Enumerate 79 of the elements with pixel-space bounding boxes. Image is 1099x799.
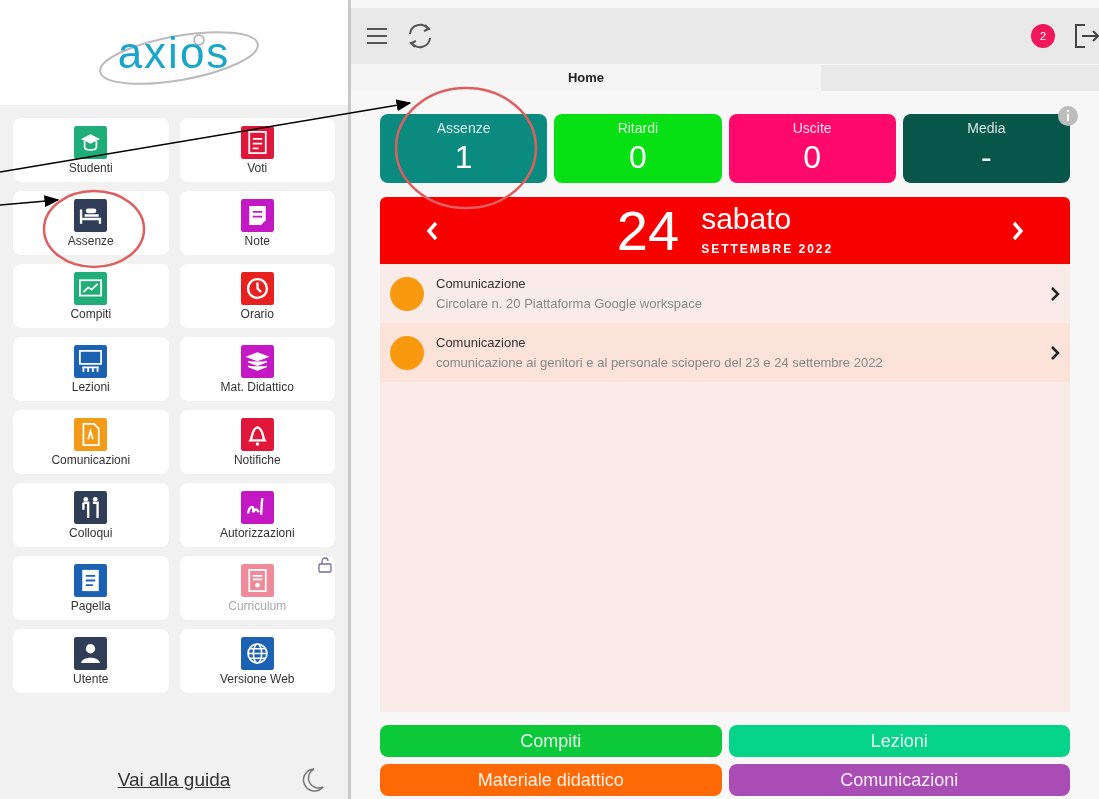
bed-icon — [74, 199, 108, 232]
classroom-icon — [74, 345, 108, 378]
tile-label: Notifiche — [233, 454, 281, 466]
stat-value: - — [981, 141, 992, 173]
tile-label: Colloqui — [69, 527, 113, 539]
menu-tile[interactable]: Assenze — [13, 191, 169, 255]
menu-tile[interactable]: Compiti — [13, 264, 169, 328]
tile-label: Assenze — [67, 235, 114, 247]
tile-label: Voti — [247, 162, 268, 174]
notification-badge[interactable]: 2 — [1031, 24, 1055, 48]
menu-tile[interactable]: Pagella — [13, 556, 169, 620]
weekday: sabato — [701, 203, 793, 234]
grade-sheet-icon — [240, 126, 274, 159]
info-icon[interactable] — [1058, 106, 1078, 126]
tile-label: Lezioni — [71, 381, 110, 393]
menu-tile[interactable]: Colloqui — [13, 483, 169, 547]
tile-label: Mat. Didattico — [220, 381, 294, 393]
menu-tile[interactable]: Versione Web — [179, 629, 335, 693]
tile-label: Studenti — [68, 162, 113, 174]
stat-card[interactable]: Assenze 1 — [380, 114, 548, 183]
tile-label: Autorizzazioni — [219, 527, 295, 539]
books-icon — [240, 345, 274, 378]
report-card-icon — [74, 564, 108, 597]
stat-value: 0 — [628, 141, 647, 173]
tile-label: Utente — [73, 673, 109, 685]
menu-tile[interactable]: Utente — [13, 629, 169, 693]
people-icon — [74, 491, 108, 524]
bell-icon — [240, 418, 274, 451]
document-icon — [74, 418, 108, 451]
menu-tile[interactable]: Lezioni — [13, 337, 169, 401]
menu-tile[interactable]: Mat. Didattico — [179, 337, 335, 401]
refresh-icon[interactable] — [406, 22, 434, 50]
graduate-icon — [74, 126, 108, 159]
stat-card[interactable]: Media - — [902, 114, 1070, 183]
menu-tile[interactable]: Studenti — [13, 118, 169, 182]
event-text: comunicazione ai genitori e al personale sciopero del 23 e 24 settembre 2022 — [436, 353, 884, 372]
tile-label: Compiti — [70, 308, 112, 320]
tile-label: Orario — [240, 308, 274, 320]
stat-label: Ritardi — [617, 119, 659, 138]
stat-label: Media — [967, 119, 1006, 138]
user-icon — [74, 637, 108, 670]
globe-icon — [240, 637, 274, 670]
event-text: Circolare n. 20 Piattaforma Google workspace — [436, 294, 703, 313]
previous-day-button[interactable] — [425, 219, 439, 242]
tile-label: Versione Web — [220, 673, 295, 685]
tab[interactable]: Home — [351, 65, 821, 91]
tile-label: Pagella — [70, 600, 111, 612]
event-title: Comunicazione — [436, 275, 527, 293]
tile-label: Curriculum — [228, 600, 287, 612]
clock-icon — [240, 272, 274, 305]
chevron-icon — [1050, 285, 1060, 302]
signature-icon — [240, 491, 274, 524]
stat-label: Uscite — [792, 119, 832, 138]
logout-icon[interactable] — [1073, 22, 1099, 50]
month-year: SETTEMBRE 2022 — [701, 240, 834, 258]
annotation-arrow — [0, 195, 60, 208]
chevron-icon — [1050, 344, 1060, 361]
note-icon — [240, 199, 274, 232]
menu-tile[interactable]: Autorizzazioni — [179, 483, 335, 547]
menu-tile[interactable]: Note — [179, 191, 335, 255]
stat-value: 1 — [454, 141, 473, 173]
day-number: 24 — [616, 202, 680, 259]
menu-tile[interactable]: Notifiche — [179, 410, 335, 474]
event-row[interactable]: Comunicazione comunicazione ai genitori e al personale sciopero del 23 e 24 settembre 2022 — [380, 323, 1070, 382]
menu-icon[interactable] — [366, 26, 388, 46]
shortcut-button[interactable]: Comunicazioni — [728, 764, 1070, 796]
event-title: Comunicazione — [436, 334, 527, 352]
chart-board-icon — [74, 272, 108, 305]
tile-label: Comunicazioni — [51, 454, 131, 466]
stat-value: 0 — [803, 141, 821, 173]
stat-card[interactable]: Uscite 0 — [728, 114, 896, 183]
menu-tile[interactable]: Voti — [179, 118, 335, 182]
menu-tile[interactable]: Comunicazioni — [13, 410, 169, 474]
stat-label: Assenze — [436, 119, 491, 138]
next-day-button[interactable] — [1011, 219, 1025, 242]
certificate-icon — [240, 564, 274, 597]
tile-label: Note — [244, 235, 270, 247]
menu-tile[interactable]: Orario — [179, 264, 335, 328]
guide-link[interactable]: Vai alla guida — [117, 765, 231, 795]
